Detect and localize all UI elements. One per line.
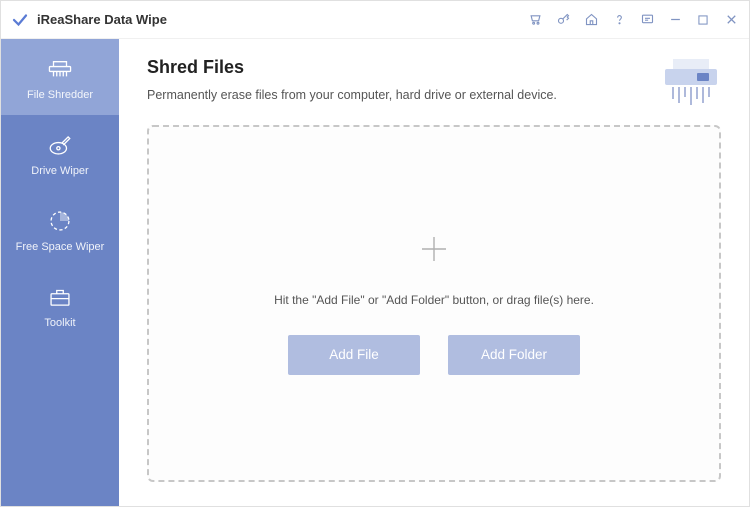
sidebar-item-file-shredder[interactable]: File Shredder — [1, 39, 119, 115]
page-title: Shred Files — [147, 57, 649, 78]
add-file-button[interactable]: Add File — [288, 335, 420, 375]
freespace-icon — [46, 207, 74, 235]
page-subtitle: Permanently erase files from your comput… — [147, 88, 649, 102]
sidebar-item-toolkit[interactable]: Toolkit — [1, 267, 119, 343]
shredder-icon — [46, 55, 74, 83]
maximize-icon[interactable] — [695, 12, 711, 28]
drop-hint: Hit the "Add File" or "Add Folder" butto… — [274, 293, 594, 307]
sidebar-item-label: File Shredder — [1, 89, 119, 101]
main-panel: Shred Files Permanently erase files from… — [119, 39, 749, 506]
sidebar-item-label: Free Space Wiper — [1, 241, 119, 253]
file-dropzone[interactable]: Hit the "Add File" or "Add Folder" butto… — [147, 125, 721, 482]
app-logo-icon — [11, 11, 29, 29]
titlebar: iReaShare Data Wipe — [1, 1, 749, 39]
sidebar: File Shredder Drive Wiper Free Space Wip… — [1, 39, 119, 506]
add-folder-button[interactable]: Add Folder — [448, 335, 580, 375]
sidebar-item-free-space-wiper[interactable]: Free Space Wiper — [1, 191, 119, 267]
app-title: iReaShare Data Wipe — [37, 12, 167, 27]
sidebar-item-label: Toolkit — [1, 317, 119, 329]
cart-icon[interactable] — [527, 12, 543, 28]
key-icon[interactable] — [555, 12, 571, 28]
sidebar-item-label: Drive Wiper — [1, 165, 119, 177]
help-icon[interactable] — [611, 12, 627, 28]
shredder-illustration-icon — [661, 57, 721, 107]
drive-icon — [46, 131, 74, 159]
toolkit-icon — [46, 283, 74, 311]
minimize-icon[interactable] — [667, 12, 683, 28]
close-icon[interactable] — [723, 12, 739, 28]
sidebar-item-drive-wiper[interactable]: Drive Wiper — [1, 115, 119, 191]
feedback-icon[interactable] — [639, 12, 655, 28]
plus-icon — [418, 233, 450, 265]
home-icon[interactable] — [583, 12, 599, 28]
